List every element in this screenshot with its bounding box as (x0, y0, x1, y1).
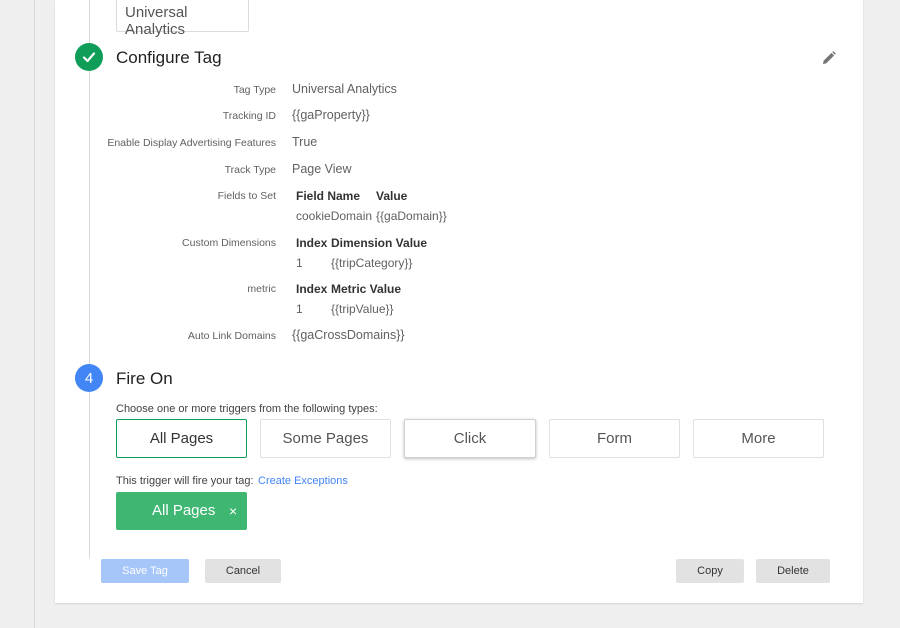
copy-button[interactable]: Copy (676, 559, 744, 583)
left-rail (0, 0, 35, 628)
cancel-button[interactable]: Cancel (205, 559, 281, 583)
prop-value-track-type: Page View (292, 162, 352, 176)
trigger-type-all-pages[interactable]: All Pages (116, 419, 247, 458)
prop-label-track-type: Track Type (224, 164, 276, 176)
active-trigger-chip[interactable]: All Pages × (116, 492, 247, 530)
prop-value-tag-type: Universal Analytics (292, 82, 397, 96)
prop-label-fields-to-set: Fields to Set (217, 190, 276, 202)
check-icon (82, 52, 96, 63)
tag-type-chip[interactable]: Universal Analytics (116, 0, 249, 38)
dimensions-header-value: Dimension Value (331, 236, 428, 250)
prop-value-display-advertising: True (292, 135, 318, 149)
dimensions-cell-index: 1 (296, 256, 303, 270)
prop-label-metric: metric (247, 283, 276, 295)
delete-button[interactable]: Delete (756, 559, 830, 583)
create-exceptions-link[interactable]: Create Exceptions (258, 475, 348, 487)
prop-label-display-advertising: Enable Display Advertising Features (107, 137, 276, 149)
step-number-badge: 4 (75, 364, 103, 392)
trigger-type-some-pages[interactable]: Some Pages (260, 419, 391, 458)
prop-label-tracking-id: Tracking ID (222, 110, 276, 122)
active-trigger-label: All Pages (152, 502, 216, 519)
metric-cell-index: 1 (296, 302, 303, 316)
step-complete-badge (75, 43, 103, 71)
prop-label-auto-link-domains: Auto Link Domains (187, 330, 276, 342)
dimensions-cell-value: {{tripCategory}} (331, 256, 413, 270)
metric-header-index: Index (296, 282, 328, 296)
fire-on-title: Fire On (116, 369, 173, 388)
fields-header-value: Value (376, 189, 408, 203)
fields-header-field-name: Field Name (296, 189, 361, 203)
fields-cell-value: {{gaDomain}} (376, 209, 447, 223)
trigger-type-form[interactable]: Form (549, 419, 680, 458)
prop-value-tracking-id: {{gaProperty}} (292, 108, 370, 122)
fields-cell-field-name: cookieDomain (296, 209, 373, 223)
save-tag-button[interactable]: Save Tag (101, 559, 189, 583)
step-connector-line (89, 0, 90, 558)
pencil-icon[interactable] (820, 49, 838, 67)
dimensions-header-index: Index (296, 236, 328, 250)
metric-header-value: Metric Value (331, 282, 402, 296)
prop-label-custom-dimensions: Custom Dimensions (182, 237, 276, 249)
trigger-type-more[interactable]: More (693, 419, 824, 458)
prop-value-auto-link-domains: {{gaCrossDomains}} (292, 328, 405, 342)
choose-triggers-text: Choose one or more triggers from the fol… (116, 403, 378, 415)
prop-label-tag-type: Tag Type (233, 84, 276, 96)
configure-tag-title: Configure Tag (116, 48, 222, 67)
close-icon[interactable]: × (229, 503, 237, 519)
trigger-type-click[interactable]: Click (404, 419, 536, 458)
metric-cell-value: {{tripValue}} (331, 302, 394, 316)
trigger-fire-text: This trigger will fire your tag: (116, 475, 254, 487)
